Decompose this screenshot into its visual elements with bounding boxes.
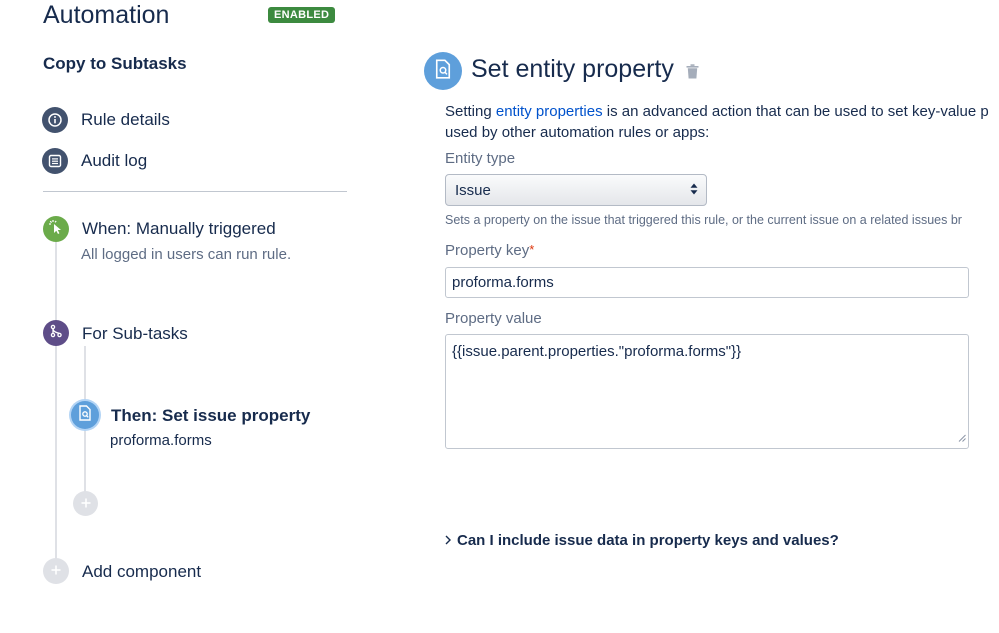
nav-audit-log-label: Audit log: [81, 151, 148, 170]
add-branch-component-button[interactable]: [73, 491, 98, 516]
property-value-label: Property value: [445, 310, 542, 327]
faq-toggle[interactable]: Can I include issue data in property key…: [445, 532, 839, 549]
document-icon: [434, 58, 452, 84]
branch-node[interactable]: [43, 320, 69, 346]
description-prefix: Setting: [445, 103, 496, 120]
property-key-label-text: Property key: [445, 242, 530, 259]
sidebar-divider: [43, 191, 347, 192]
required-asterisk: *: [529, 242, 535, 257]
action-title[interactable]: Then: Set issue property: [111, 406, 310, 426]
document-icon: [78, 404, 92, 426]
entity-type-label: Entity type: [445, 150, 516, 167]
property-value-text: {{issue.parent.properties."proforma.form…: [452, 343, 742, 360]
property-key-value: proforma.forms: [452, 274, 554, 291]
action-subtitle: proforma.forms: [110, 432, 212, 449]
property-value-textarea[interactable]: {{issue.parent.properties."proforma.form…: [445, 334, 969, 449]
nav-rule-details-label: Rule details: [81, 110, 170, 129]
action-icon: [424, 52, 462, 90]
app-title: Automation: [43, 1, 170, 29]
plus-icon: [51, 562, 61, 580]
plus-icon: [81, 495, 91, 513]
delete-button[interactable]: [686, 64, 699, 84]
branch-title[interactable]: For Sub-tasks: [82, 324, 188, 344]
branch-icon: [49, 324, 63, 343]
add-component-label[interactable]: Add component: [82, 562, 201, 582]
property-key-label: Property key*: [445, 242, 534, 259]
trigger-title[interactable]: When: Manually triggered: [82, 219, 276, 239]
panel-title: Set entity property: [471, 55, 674, 83]
status-badge: ENABLED: [268, 7, 336, 23]
panel-description: Setting entity properties is an advanced…: [445, 101, 999, 143]
list-icon: [42, 148, 68, 174]
nav-rule-details[interactable]: Rule details: [42, 107, 170, 133]
info-icon: [42, 107, 68, 133]
entity-type-value: Issue: [455, 181, 491, 199]
trigger-subtitle: All logged in users can run rule.: [81, 246, 292, 263]
rule-name: Copy to Subtasks: [43, 54, 187, 73]
chevron-right-icon: [445, 532, 451, 549]
nav-audit-log[interactable]: Audit log: [42, 148, 147, 174]
action-node[interactable]: [71, 401, 99, 429]
entity-type-select[interactable]: Issue: [445, 174, 707, 206]
trash-icon: [686, 64, 699, 83]
resize-handle-icon[interactable]: [958, 429, 966, 446]
property-key-input[interactable]: proforma.forms: [445, 267, 969, 298]
cursor-click-icon: [48, 219, 64, 240]
add-component-button[interactable]: [43, 558, 69, 584]
flow-line: [55, 242, 57, 572]
select-arrows-icon: [690, 182, 698, 199]
faq-label: Can I include issue data in property key…: [457, 532, 839, 549]
trigger-node[interactable]: [43, 216, 69, 242]
description-suffix: is an advanced action that can be used t…: [602, 103, 989, 120]
entity-type-help: Sets a property on the issue that trigge…: [445, 213, 962, 227]
description-line2: used by other automation rules or apps:: [445, 124, 710, 141]
entity-properties-link[interactable]: entity properties: [496, 103, 603, 120]
